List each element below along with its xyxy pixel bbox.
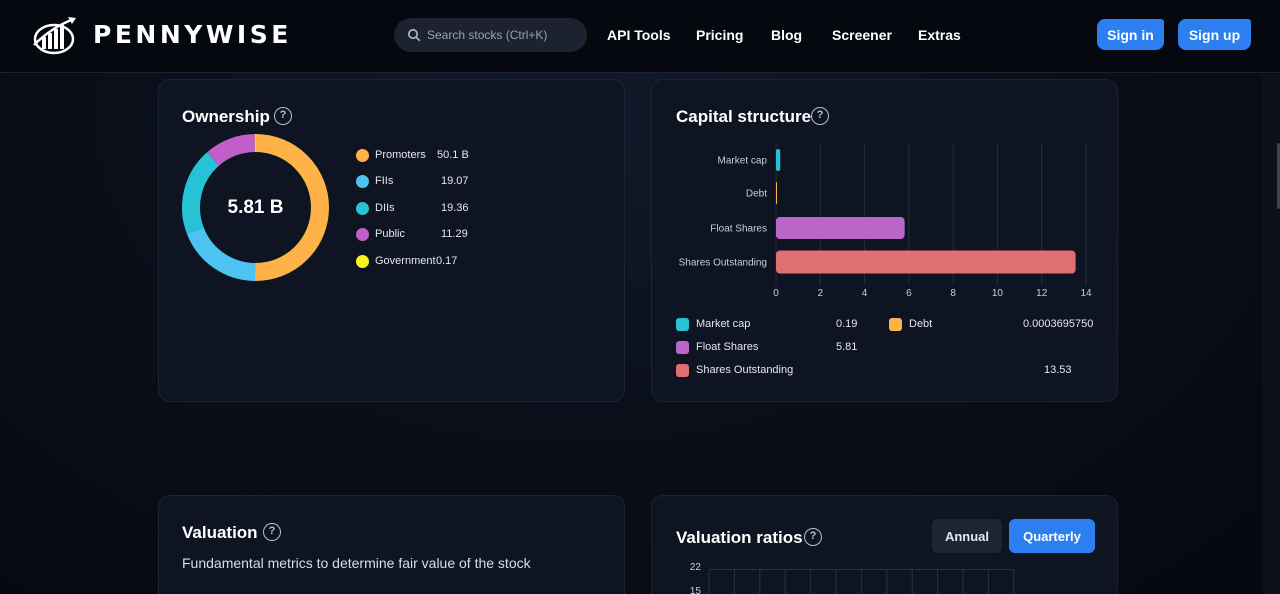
ownership-legend-item-diis[interactable]: DIIs 19.36 (356, 201, 616, 217)
legend-label: Public (375, 228, 405, 240)
x-tick-label: 2 (818, 288, 824, 299)
nav-link-blog[interactable]: Blog (771, 27, 802, 43)
legend-color-square (676, 364, 689, 377)
legend-label: FIIs (375, 175, 394, 187)
ownership-center-value: 5.81 B (227, 197, 284, 218)
x-tick-label: 10 (992, 288, 1004, 299)
x-tick-label: 14 (1080, 288, 1092, 299)
y-category-label: Debt (746, 189, 767, 200)
donut-slice-public[interactable] (207, 134, 256, 167)
x-tick-label: 0 (773, 288, 779, 299)
y-category-label: Market cap (718, 156, 768, 167)
legend-color-dot (356, 228, 369, 241)
x-tick-label: 12 (1036, 288, 1048, 299)
ownership-help-icon[interactable]: ? (274, 107, 292, 125)
legend-label: Shares Outstanding (696, 364, 794, 376)
legend-label: Debt (909, 318, 933, 330)
bar-float-shares[interactable] (776, 217, 905, 239)
search-icon (408, 29, 421, 42)
bar-market-cap[interactable] (776, 149, 781, 171)
legend-color-square (889, 318, 902, 331)
ownership-legend-item-promoters[interactable]: Promoters 50.1 B (356, 148, 616, 164)
y-category-label: Shares Outstanding (679, 258, 767, 269)
bar-shares-outstanding[interactable] (776, 250, 1076, 274)
legend-color-dot (356, 255, 369, 268)
donut-slice-fiis[interactable] (186, 227, 256, 281)
nav-link-pricing[interactable]: Pricing (696, 27, 743, 43)
valuation-ratios-card: Valuation ratios ? Annual Quarterly 22 15 (651, 495, 1118, 594)
bar-debt[interactable] (776, 182, 777, 204)
ownership-card: Ownership ? 5.81 B Promoters 50.1 B FIIs 19… (158, 79, 625, 402)
y-tick-label: 22 (690, 562, 702, 573)
legend-label: Market cap (696, 318, 751, 330)
sign-up-button[interactable]: Sign up (1178, 19, 1251, 50)
capital-structure-card: Capital structure ? 0 2 4 6 8 10 12 14 Market ca… (651, 79, 1118, 402)
legend-value: 0.19 (836, 318, 858, 330)
legend-value: 5.81 (836, 341, 858, 353)
y-category-label: Float Shares (710, 224, 767, 235)
ownership-legend-item-public[interactable]: Public 11.29 (356, 227, 616, 243)
legend-value: 19.36 (441, 202, 469, 214)
legend-value: 0.0003695750 (1023, 318, 1094, 330)
legend-value: 13.53 (1044, 364, 1072, 376)
capital-legend-item-shares-outstanding[interactable]: Shares Outstanding 13.53 (676, 363, 1096, 379)
valuation-ratios-chart: 22 15 (690, 562, 1015, 594)
x-tick-label: 4 (862, 288, 868, 299)
legend-color-dot (356, 149, 369, 162)
search-input[interactable] (427, 18, 582, 52)
capital-structure-bar-chart: 0 2 4 6 8 10 12 14 Market cap Debt Float Shares Sha… (679, 144, 1092, 299)
legend-label: DIIs (375, 202, 395, 214)
legend-label: Promoters (375, 149, 426, 161)
legend-color-square (676, 341, 689, 354)
legend-value: 50.1 B (437, 149, 469, 161)
chart-growth-logo-icon[interactable] (32, 15, 78, 55)
legend-color-square (676, 318, 689, 331)
x-tick-label: 8 (950, 288, 956, 299)
legend-value: 19.07 (441, 175, 469, 187)
nav-link-api-tools[interactable]: API Tools (607, 27, 671, 43)
donut-slice-diis[interactable] (182, 152, 220, 234)
ownership-title: Ownership (182, 107, 270, 126)
sign-in-button[interactable]: Sign in (1097, 19, 1164, 50)
nav-link-screener[interactable]: Screener (832, 27, 892, 43)
legend-label: Float Shares (696, 341, 759, 353)
x-tick-label: 6 (906, 288, 912, 299)
ownership-legend-item-government[interactable]: Government 0.17 (356, 254, 616, 270)
nav-link-extras[interactable]: Extras (918, 27, 961, 43)
search-bar[interactable] (394, 18, 587, 52)
legend-value: 11.29 (441, 228, 468, 240)
ownership-legend-item-fiis[interactable]: FIIs 19.07 (356, 174, 616, 190)
y-tick-label: 15 (690, 586, 702, 594)
brand-name[interactable]: PENNYWISE (93, 20, 292, 49)
legend-value: 0.17 (436, 255, 458, 267)
legend-label: Government (375, 255, 436, 267)
top-navbar: PENNYWISE API Tools Pricing Blog Screene… (0, 0, 1280, 73)
legend-color-dot (356, 175, 369, 188)
valuation-subtitle: Fundamental metrics to determine fair va… (182, 555, 531, 571)
legend-color-dot (356, 202, 369, 215)
capital-legend-item-float-shares[interactable]: Float Shares 5.81 (676, 340, 1096, 356)
valuation-title: Valuation (182, 523, 258, 542)
valuation-help-icon[interactable]: ? (263, 523, 281, 541)
capital-legend-item-debt[interactable]: Debt 0.0003695750 (889, 317, 1280, 333)
valuation-card: Valuation ? Fundamental metrics to deter… (158, 495, 625, 594)
